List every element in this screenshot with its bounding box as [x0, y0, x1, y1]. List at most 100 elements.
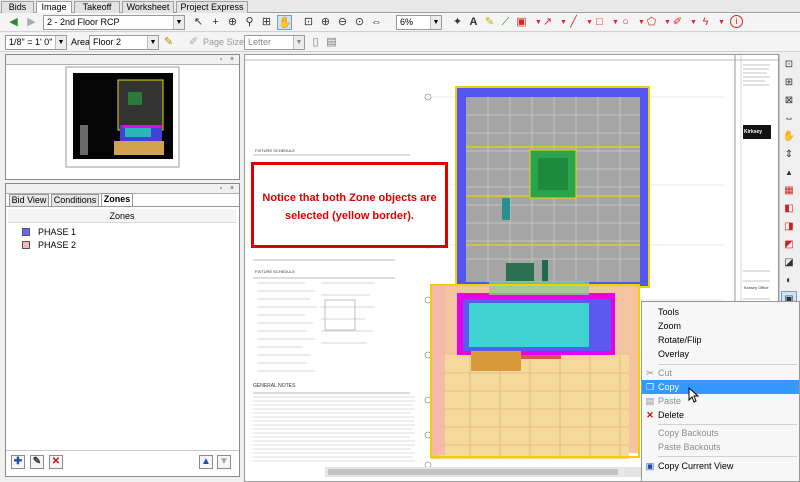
scale-select[interactable]: 1/8" = 1' 0" ▼: [5, 35, 67, 50]
pan-hand-icon[interactable]: ✋: [277, 15, 292, 30]
copy-icon: ❐: [645, 382, 655, 392]
text-tool-icon[interactable]: A: [466, 15, 481, 30]
main-tab-strip: Bids Image Takeoff Worksheet Project Exp…: [0, 0, 800, 14]
overlay-icon[interactable]: ◧: [781, 201, 797, 217]
menu-label: Zoom: [658, 321, 682, 331]
menu-item-zoom[interactable]: Zoom: [642, 319, 799, 333]
menu-separator: [658, 456, 797, 457]
minimize-icon[interactable]: ▫: [217, 185, 225, 193]
zoom-100-icon[interactable]: ⊙: [352, 15, 367, 30]
tab-takeoff[interactable]: Takeoff: [74, 1, 120, 13]
zone-row-phase-1[interactable]: PHASE 1: [8, 226, 234, 238]
menu-item-tools[interactable]: Tools: [642, 305, 799, 319]
page-size-select[interactable]: Letter ▼: [244, 35, 305, 50]
delete-x-icon: ✕: [51, 456, 61, 467]
zoom-in-icon[interactable]: ⊕: [318, 15, 333, 30]
chevron-down-icon[interactable]: ▼: [430, 16, 441, 29]
chevron-down-icon[interactable]: ▼: [293, 36, 304, 49]
zone-row-phase-2[interactable]: PHASE 2: [8, 239, 234, 251]
fit-height-icon[interactable]: ⇕: [781, 147, 797, 163]
menu-item-paste[interactable]: ▤ Paste: [642, 394, 799, 408]
fixture-schedule-title: FIXTURE SCHEDULE: [255, 148, 296, 153]
grid-icon[interactable]: ⊞: [781, 75, 797, 91]
menu-label: Copy Current View: [658, 461, 734, 471]
edit-zone-button[interactable]: ✎: [30, 455, 44, 469]
tab-bid-view[interactable]: Bid View: [9, 194, 49, 206]
zoom-select-value: 6%: [400, 17, 414, 27]
chevron-down-icon[interactable]: ▼: [55, 36, 66, 49]
menu-item-rotate-flip[interactable]: Rotate/Flip: [642, 333, 799, 347]
move-down-button[interactable]: ▼: [217, 455, 231, 469]
back-icon[interactable]: ◀: [6, 15, 21, 30]
menu-label: Overlay: [658, 349, 690, 359]
menu-label: Paste: [658, 396, 682, 406]
select-arrow-icon[interactable]: ↖: [191, 15, 206, 30]
markup-icon[interactable]: ◩: [781, 237, 797, 253]
add-zone-button[interactable]: ✚: [11, 455, 25, 469]
tab-worksheet[interactable]: Worksheet: [122, 1, 174, 13]
tab-conditions[interactable]: Conditions: [51, 194, 99, 206]
stamp-tool-icon[interactable]: ✐: [670, 15, 685, 30]
magnify-icon[interactable]: ⚲: [242, 15, 257, 30]
info-icon[interactable]: i: [730, 15, 743, 28]
chevron-down-icon[interactable]: ▼: [173, 16, 184, 29]
zoom-window-icon[interactable]: ⊕: [225, 15, 240, 30]
freehand-tool-icon[interactable]: ϟ: [698, 15, 713, 30]
line-tool-icon[interactable]: ╱: [566, 15, 581, 30]
fixture-schedule-title-2: FIXTURE SCHEDULE: [255, 269, 296, 274]
menu-separator: [658, 424, 797, 425]
arrow-tool-icon[interactable]: ↗: [540, 15, 555, 30]
thumbnail-preview[interactable]: [6, 65, 239, 179]
tab-project-express[interactable]: Project Express: [176, 1, 248, 13]
tab-bids[interactable]: Bids: [1, 1, 34, 13]
polygon-tool-icon[interactable]: ⬠: [644, 15, 659, 30]
ruler-icon[interactable]: ⟋: [498, 15, 513, 30]
crosshair-icon[interactable]: +: [208, 15, 223, 30]
zoom-select[interactable]: 6% ▼: [396, 15, 442, 30]
page-setup-icon[interactable]: ▤: [324, 35, 339, 50]
menu-label: Rotate/Flip: [658, 335, 702, 345]
highlighter-icon[interactable]: ✎: [482, 15, 497, 30]
area-select[interactable]: Floor 2 ▼: [89, 35, 159, 50]
ellipse-tool-icon[interactable]: ○: [618, 15, 633, 30]
zoom-out-icon[interactable]: ⊖: [335, 15, 350, 30]
hand-icon[interactable]: ✋: [781, 129, 797, 145]
fit-page-icon[interactable]: ⊡: [301, 15, 316, 30]
view-icon[interactable]: ◐: [781, 273, 797, 289]
close-icon[interactable]: ×: [228, 185, 236, 193]
menu-item-delete[interactable]: ✕ Delete: [642, 408, 799, 422]
chevron-down-icon[interactable]: ▼: [714, 15, 729, 30]
menu-item-copy-current-view[interactable]: ▣ Copy Current View: [642, 459, 799, 473]
compare-icon[interactable]: ◨: [781, 219, 797, 235]
move-up-button[interactable]: ▲: [199, 455, 213, 469]
callout-icon[interactable]: ▣: [514, 15, 529, 30]
menu-item-overlay[interactable]: Overlay: [642, 347, 799, 361]
menu-item-paste-backouts[interactable]: Paste Backouts: [642, 440, 799, 454]
layers-icon[interactable]: ▦: [781, 183, 797, 199]
zoom-width-icon[interactable]: ⇔: [369, 15, 384, 30]
scroll-up-icon[interactable]: ▲: [781, 165, 797, 181]
rectangle-tool-icon[interactable]: □: [592, 15, 607, 30]
menu-item-cut[interactable]: ✂ Cut: [642, 366, 799, 380]
wand-icon[interactable]: ✎: [161, 35, 176, 50]
delete-zone-button[interactable]: ✕: [49, 455, 63, 469]
forward-icon[interactable]: ▶: [24, 15, 39, 30]
chevron-down-icon[interactable]: ▼: [147, 36, 158, 49]
legend-icon[interactable]: ◪: [781, 255, 797, 271]
new-page-icon[interactable]: ▯: [308, 35, 323, 50]
tab-zones[interactable]: Zones: [101, 193, 133, 206]
minimize-icon[interactable]: ▫: [217, 56, 225, 64]
zoom-select-icon[interactable]: ⊞: [259, 15, 274, 30]
page-size-icon[interactable]: ✐: [186, 35, 201, 50]
scale-toolbar: 1/8" = 1' 0" ▼ Area Floor 2 ▼ ✎ ✐ Page S…: [0, 33, 800, 52]
menu-item-copy-backouts[interactable]: Copy Backouts: [642, 426, 799, 440]
page-select[interactable]: 2 - 2nd Floor RCP ▼: [43, 15, 185, 30]
zoom-area-icon[interactable]: ⊠: [781, 93, 797, 109]
page-size-label: Page Size: [203, 37, 245, 47]
close-icon[interactable]: ×: [228, 56, 236, 64]
fit-width-icon[interactable]: ⇔: [781, 111, 797, 127]
tab-divider: [6, 206, 239, 207]
menu-item-copy[interactable]: ❐ Copy: [642, 380, 799, 394]
magic-wand-icon[interactable]: ✦: [450, 15, 465, 30]
fit-page-icon[interactable]: ⊡: [781, 57, 797, 73]
